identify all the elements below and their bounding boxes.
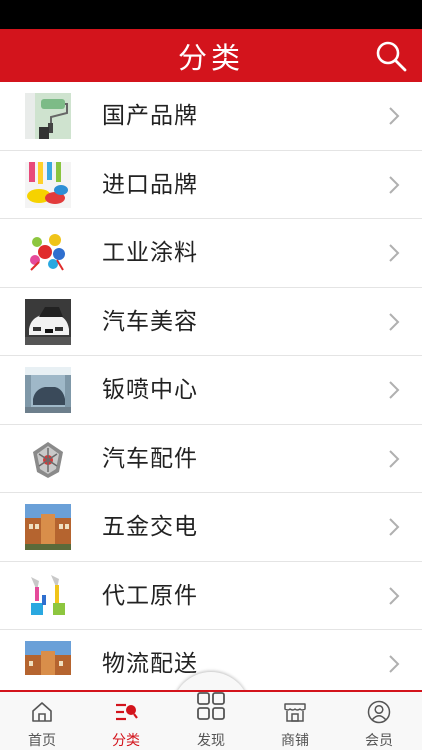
category-label: 工业涂料 [102, 240, 198, 266]
category-label: 钣喷中心 [102, 377, 198, 403]
wheel-rim-image [25, 435, 71, 482]
tab-label: 发现 [197, 733, 225, 749]
spray-booth-image [25, 367, 71, 413]
category-list: 国产品牌 进口品牌 工业涂料 汽车美容 钣喷中心 汽车配件 五金交电 代工原件 … [0, 82, 422, 675]
chevron-right-icon [389, 586, 400, 605]
category-item[interactable]: 汽车配件 [0, 424, 422, 493]
chevron-right-icon [389, 381, 400, 399]
category-item[interactable]: 钣喷中心 [0, 356, 422, 425]
white-car-image [25, 298, 71, 345]
paint-cans-image [25, 572, 71, 619]
tab-category[interactable]: 分类 [84, 692, 168, 750]
category-item[interactable]: 国产品牌 [0, 82, 422, 151]
page-title: 分类 [177, 40, 244, 75]
category-item[interactable]: 物流配送 [0, 630, 422, 675]
search-button[interactable] [374, 39, 408, 73]
user-icon [367, 700, 391, 724]
category-label: 进口品牌 [102, 171, 198, 198]
category-label: 五金交电 [102, 514, 198, 540]
tab-shop[interactable]: 商铺 [253, 692, 337, 750]
chevron-right-icon [389, 518, 400, 536]
category-label: 代工原件 [102, 582, 198, 609]
category-icon [116, 703, 138, 721]
app-header: 分类 [0, 29, 422, 82]
paint-roller-image [25, 93, 71, 139]
category-item[interactable]: 五金交电 [0, 493, 422, 562]
search-icon [376, 41, 407, 72]
shop-icon [284, 703, 306, 722]
paint-splash-image [25, 161, 71, 208]
chevron-right-icon [389, 312, 400, 331]
tab-label: 首页 [28, 733, 56, 749]
color-splash-image [25, 230, 71, 276]
grid-icon [197, 692, 225, 720]
tab-member[interactable]: 会员 [337, 692, 421, 750]
chevron-right-icon [389, 449, 400, 468]
category-item[interactable]: 工业涂料 [0, 219, 422, 288]
bottom-tab-bar: 首页 分类 发现 商铺 会员 [0, 690, 422, 750]
tab-label: 分类 [112, 733, 140, 749]
chevron-right-icon [389, 655, 400, 673]
category-label: 国产品牌 [102, 103, 198, 129]
category-item[interactable]: 汽车美容 [0, 287, 422, 356]
chevron-right-icon [389, 107, 400, 125]
tab-label: 会员 [365, 733, 393, 749]
chevron-right-icon [389, 175, 400, 194]
category-label: 物流配送 [102, 651, 198, 675]
category-label: 汽车美容 [102, 308, 198, 335]
category-label: 汽车配件 [102, 445, 198, 472]
tab-discover[interactable]: 发现 [169, 692, 253, 750]
status-bar [0, 0, 422, 29]
building-image [25, 504, 71, 550]
category-item[interactable]: 代工原件 [0, 561, 422, 630]
chevron-right-icon [389, 244, 400, 262]
tab-home[interactable]: 首页 [0, 692, 84, 750]
building-image [25, 641, 71, 675]
category-item[interactable]: 进口品牌 [0, 150, 422, 219]
home-icon [32, 702, 52, 722]
tab-label: 商铺 [281, 733, 309, 749]
